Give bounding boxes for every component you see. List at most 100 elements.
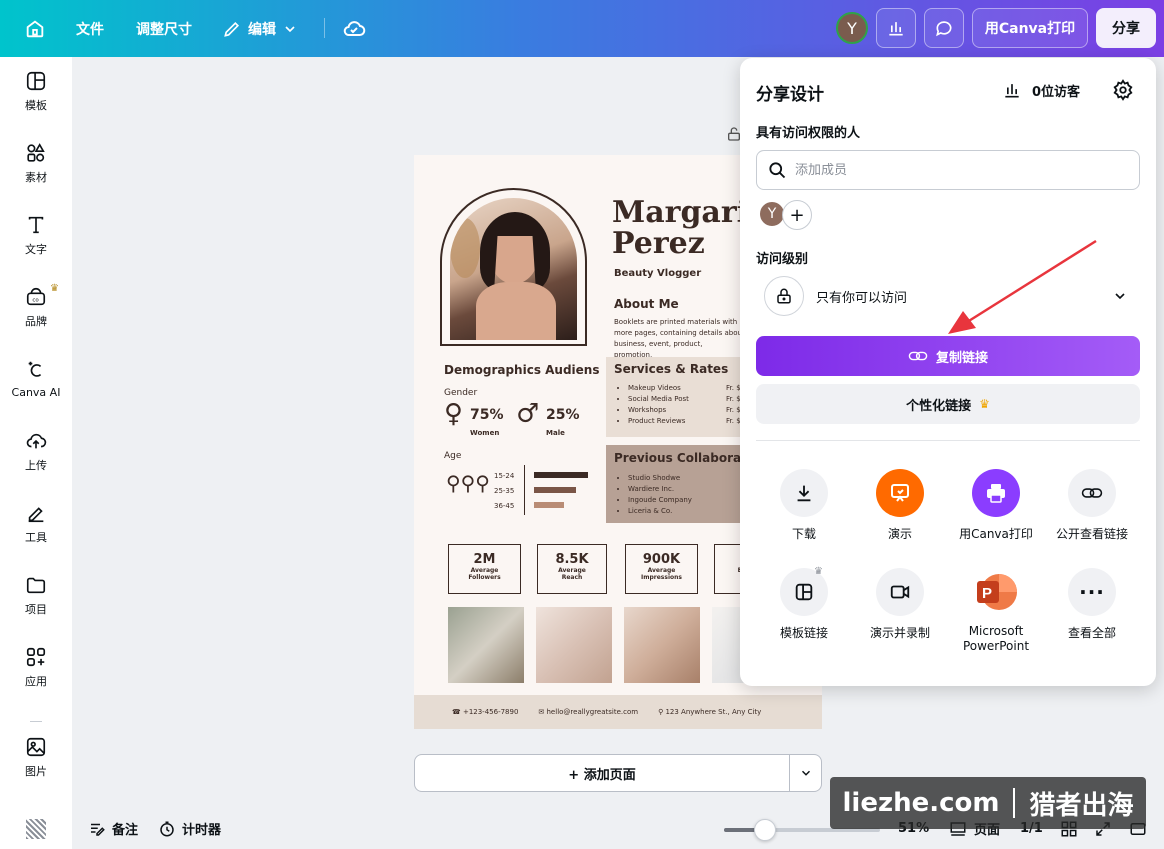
stat-value: 2M [473, 552, 496, 567]
sidebar-item-label: 文字 [25, 242, 47, 256]
user-avatar[interactable]: Y [836, 12, 868, 44]
panel-divider [756, 440, 1140, 441]
zoom-slider-thumb[interactable] [754, 819, 777, 841]
gear-icon[interactable] [1112, 79, 1134, 101]
left-sidebar: 模板 素材 文字 co 品牌 ♛ Canva AI 上传 工具 项目 应用 图片 [0, 57, 72, 849]
people-access-label: 具有访问权限的人 [756, 126, 861, 141]
watermark-brand: 猎者出海 [1029, 790, 1134, 821]
canva-ai-icon [28, 361, 42, 377]
visitors-button[interactable]: 0位访客 [1002, 80, 1080, 100]
notes-icon [91, 823, 105, 836]
option-print[interactable]: 用Canva打印 [948, 469, 1044, 542]
sidebar-item-photos[interactable]: 图片 [0, 725, 72, 789]
chevron-down-icon [285, 25, 295, 32]
option-label: 查看全部 [1067, 626, 1116, 640]
add-member-button[interactable]: + [782, 200, 812, 230]
tools-icon [28, 506, 44, 522]
crown-icon: ♛ [979, 397, 990, 411]
chevron-down-icon [1115, 293, 1125, 300]
notes-label: 备注 [112, 823, 139, 838]
add-page-button[interactable]: + 添加页面 [414, 754, 790, 792]
folder-icon [26, 577, 46, 593]
women-label: Women [470, 429, 500, 437]
service-price: Fr. $ [726, 384, 741, 392]
service-item: Product Reviews [628, 416, 689, 427]
option-label: 下载 [791, 527, 816, 541]
option-present[interactable]: 演示 [852, 469, 948, 542]
option-see-all[interactable]: ··· 查看全部 [1044, 568, 1140, 641]
custom-link-button[interactable]: 个性化链接 ♛ [756, 384, 1140, 424]
access-level-label: 访问级别 [756, 252, 809, 267]
custom-link-label: 个性化链接 [906, 398, 972, 414]
sidebar-item-label: 上传 [25, 458, 47, 472]
option-public-link[interactable]: 公开查看链接 [1044, 469, 1140, 542]
present-icon [891, 484, 909, 502]
stat-label: Impressions [641, 574, 682, 581]
service-price: Fr. $ [726, 417, 741, 425]
age-bar [534, 502, 564, 508]
share-button[interactable]: 分享 [1096, 8, 1156, 48]
home-button[interactable] [24, 0, 46, 57]
age-range: 36-45 [494, 502, 515, 510]
resize-menu[interactable]: 调整尺寸 [136, 0, 192, 57]
option-template-link[interactable]: ♛ 模板链接 [756, 566, 852, 641]
print-button-label: 用Canva打印 [984, 21, 1076, 37]
sidebar-item-upload[interactable]: 上传 [0, 419, 72, 483]
sidebar-item-projects[interactable]: 项目 [0, 563, 72, 627]
file-menu[interactable]: 文件 [76, 0, 104, 57]
age-people-icon: ⚲⚲⚲ [446, 471, 490, 495]
notes-button[interactable]: 备注 [88, 819, 138, 838]
timer-icon [160, 821, 174, 836]
option-download[interactable]: 下载 [756, 469, 852, 542]
option-powerpoint[interactable]: P Microsoft PowerPoint [948, 568, 1044, 654]
stat-label: Average [558, 567, 586, 574]
timer-label: 计时器 [182, 823, 222, 838]
cloud-check-icon [343, 20, 366, 36]
option-label: 演示并录制 [869, 626, 930, 640]
sidebar-item-tools[interactable]: 工具 [0, 491, 72, 555]
male-percent: 25% [546, 407, 580, 423]
add-member-field[interactable] [756, 150, 1140, 190]
sidebar-item-canva-ai[interactable]: Canva AI [0, 347, 72, 411]
comment-button[interactable] [924, 8, 964, 48]
sidebar-divider [30, 721, 42, 722]
present-icon-wrap [876, 469, 924, 517]
sidebar-item-label: 模板 [25, 98, 47, 112]
analytics-button[interactable] [876, 8, 916, 48]
sidebar-item-text[interactable]: 文字 [0, 203, 72, 267]
download-icon [797, 485, 811, 502]
apps-icon [26, 647, 46, 666]
sidebar-item-label: 项目 [25, 602, 47, 616]
male-icon: ♂ [516, 399, 540, 429]
women-percent: 75% [470, 407, 504, 423]
lock-icon [777, 288, 791, 304]
address-item: ⚲ 123 Anywhere St., Any City [658, 708, 762, 716]
print-button[interactable]: 用Canva打印 [972, 8, 1088, 48]
option-label: 公开查看链接 [1055, 527, 1128, 541]
stat-label: Followers [468, 574, 501, 581]
topbar-divider [324, 18, 325, 38]
option-label: 演示 [887, 527, 912, 541]
copy-link-button[interactable]: 复制链接 [756, 336, 1140, 376]
option-present-record[interactable]: 演示并录制 [852, 568, 948, 641]
timer-button[interactable]: 计时器 [158, 819, 221, 838]
services-title: Services & Rates [614, 362, 729, 376]
add-member-input[interactable] [795, 162, 1115, 178]
powerpoint-icon: P [977, 574, 1017, 610]
sidebar-item-apps[interactable]: 应用 [0, 635, 72, 699]
edit-menu[interactable]: 编辑 [222, 0, 298, 57]
sidebar-item-label: 品牌 [25, 314, 47, 328]
elements-icon [27, 142, 45, 162]
option-label: Microsoft PowerPoint [962, 624, 1030, 653]
sidebar-item-elements[interactable]: 素材 [0, 131, 72, 195]
product-photo [624, 607, 700, 683]
svg-text:P: P [982, 585, 992, 602]
sidebar-item-brand[interactable]: co 品牌 ♛ [0, 275, 72, 339]
service-item: Social Media Post [628, 394, 689, 405]
cloud-save-button[interactable] [342, 0, 366, 57]
role-text: Beauty Vlogger [614, 268, 702, 279]
pattern-icon[interactable] [26, 819, 46, 839]
sidebar-item-templates[interactable]: 模板 [0, 59, 72, 123]
add-page-dropdown[interactable] [789, 754, 822, 792]
home-icon [26, 20, 44, 37]
